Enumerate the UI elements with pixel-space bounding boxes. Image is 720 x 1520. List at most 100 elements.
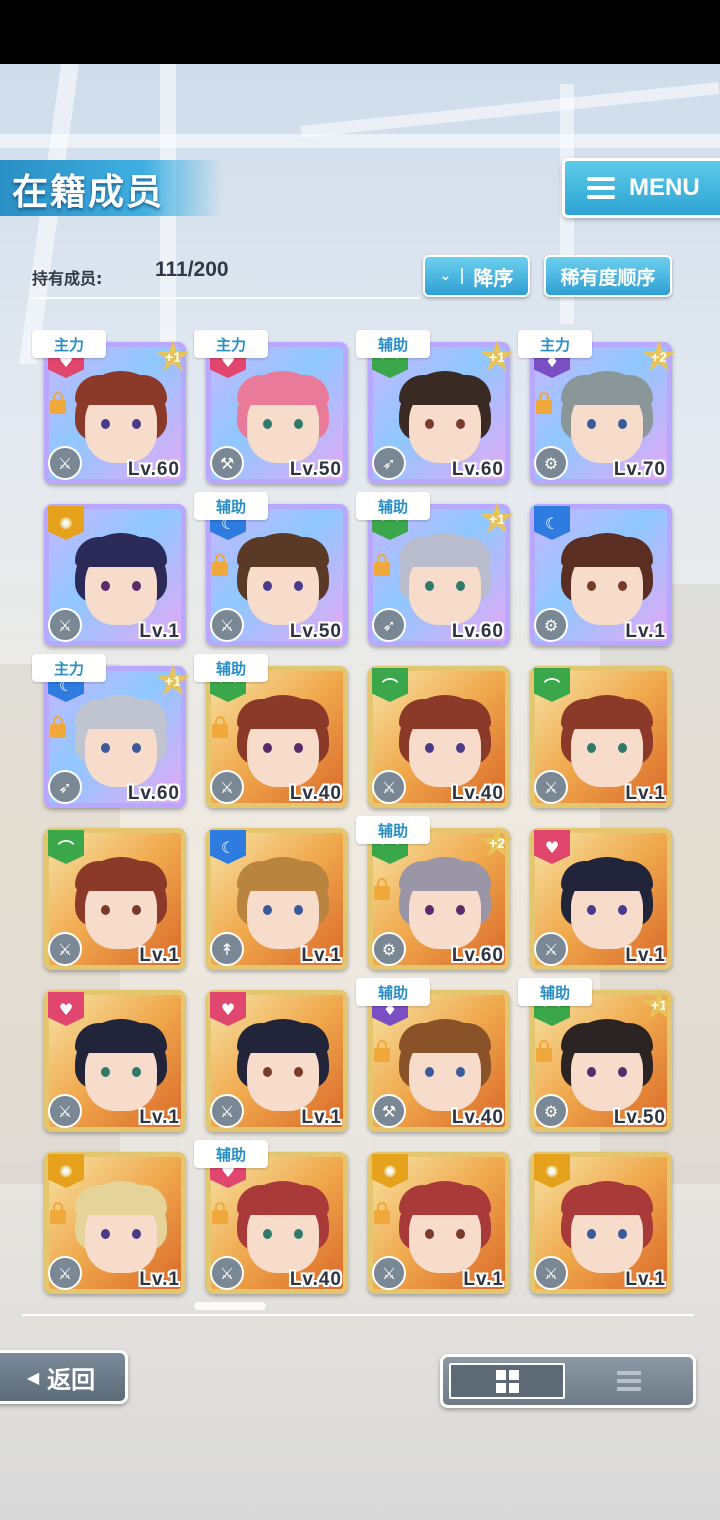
member-card[interactable]: ✺ ⚔ Lv.1 xyxy=(44,504,186,646)
member-card[interactable]: ☾ ⚙ Lv.1 xyxy=(530,504,672,646)
character-bangs xyxy=(561,699,653,729)
member-card[interactable]: ⌒ ⚔ Lv.1 xyxy=(44,828,186,970)
list-view-button[interactable] xyxy=(571,1363,687,1399)
character-eyes xyxy=(425,905,465,915)
character-bangs xyxy=(237,861,329,891)
lock-icon xyxy=(212,1202,228,1224)
character-eyes xyxy=(263,743,303,753)
character-bangs xyxy=(561,537,653,567)
level-label: Lv.1 xyxy=(301,1107,342,1128)
divider xyxy=(22,1314,694,1316)
member-card[interactable]: ⌒ 辅助 +2 ⚙ Lv.60 xyxy=(356,816,514,970)
sword-weapon-icon: ⚔ xyxy=(210,608,244,642)
character-eyes xyxy=(425,1229,465,1239)
character-eyes xyxy=(101,743,141,753)
member-card[interactable]: ⌒ ⚔ Lv.1 xyxy=(530,666,672,808)
sword-weapon-icon: ⚔ xyxy=(210,770,244,804)
character-bangs xyxy=(237,1185,329,1215)
character-eyes xyxy=(425,581,465,591)
member-card[interactable]: ☾ ↟ Lv.1 xyxy=(206,828,348,970)
character-eyes xyxy=(425,419,465,429)
character-eyes xyxy=(587,581,627,591)
member-card[interactable]: ⌒ ⚔ Lv.40 xyxy=(368,666,510,808)
member-card[interactable]: ✺ ⚔ Lv.1 xyxy=(44,1152,186,1294)
member-card[interactable]: ☾ 主力 +1 ➶ Lv.60 xyxy=(32,654,190,808)
spear-weapon-icon: ↟ xyxy=(210,932,244,966)
character-bangs xyxy=(561,1023,653,1053)
role-tag: 辅助 xyxy=(194,654,268,682)
character-bangs xyxy=(399,699,491,729)
level-label: Lv.1 xyxy=(139,1107,180,1128)
character-eyes xyxy=(587,419,627,429)
member-card[interactable]: ♥ ⚔ Lv.1 xyxy=(44,990,186,1132)
sword-weapon-icon: ⚔ xyxy=(372,1256,406,1290)
sword-weapon-icon: ⚔ xyxy=(48,932,82,966)
character-bangs xyxy=(561,1185,653,1215)
lock-icon xyxy=(374,878,390,900)
character-bangs xyxy=(75,375,167,405)
member-card[interactable]: ♦ 主力 +2 ⚙ Lv.70 xyxy=(518,330,676,484)
character-bangs xyxy=(399,1185,491,1215)
role-tag: 辅助 xyxy=(356,492,430,520)
grid-view-button[interactable] xyxy=(449,1363,566,1399)
bow-weapon-icon: ➶ xyxy=(372,608,406,642)
gear-weapon-icon: ⚙ xyxy=(534,1094,568,1128)
member-card[interactable]: ♥ ⚔ Lv.1 xyxy=(530,828,672,970)
character-eyes xyxy=(425,1067,465,1077)
back-button[interactable]: ◀ 返回 xyxy=(0,1350,128,1404)
role-tag: 主力 xyxy=(32,654,106,682)
character-eyes xyxy=(587,1229,627,1239)
character-eyes xyxy=(263,1067,303,1077)
member-card[interactable]: ☾ 辅助 ⚔ Lv.50 xyxy=(194,492,348,646)
character-eyes xyxy=(263,1229,303,1239)
character-bangs xyxy=(75,537,167,567)
list-icon xyxy=(617,1371,642,1391)
scroll-indicator[interactable] xyxy=(194,1302,266,1310)
character-bangs xyxy=(399,537,491,567)
level-label: Lv.1 xyxy=(463,1269,504,1290)
level-label: Lv.40 xyxy=(289,783,342,804)
member-card[interactable]: ✺ ⚔ Lv.1 xyxy=(530,1152,672,1294)
gear-weapon-icon: ⚙ xyxy=(534,446,568,480)
role-tag: 辅助 xyxy=(356,978,430,1006)
lock-icon xyxy=(212,554,228,576)
member-card[interactable]: ⌒ 辅助 +1 ➶ Lv.60 xyxy=(356,492,514,646)
axe-weapon-icon: ⚒ xyxy=(210,446,244,480)
level-label: Lv.40 xyxy=(451,783,504,804)
character-eyes xyxy=(263,581,303,591)
character-bangs xyxy=(75,699,167,729)
character-eyes xyxy=(587,905,627,915)
member-card[interactable]: ⌒ 辅助 +1 ➶ Lv.60 xyxy=(356,330,514,484)
sword-weapon-icon: ⚔ xyxy=(48,446,82,480)
role-tag: 辅助 xyxy=(356,816,430,844)
character-bangs xyxy=(237,537,329,567)
character-bangs xyxy=(237,1023,329,1053)
back-label: 返回 xyxy=(47,1365,96,1394)
level-label: Lv.1 xyxy=(625,621,666,642)
sword-weapon-icon: ⚔ xyxy=(534,932,568,966)
level-label: Lv.60 xyxy=(451,945,504,966)
character-eyes xyxy=(101,905,141,915)
axe-weapon-icon: ⚒ xyxy=(372,1094,406,1128)
lock-icon xyxy=(50,1202,66,1224)
member-card[interactable]: ♥ ⚔ Lv.1 xyxy=(206,990,348,1132)
member-card[interactable]: ⌒ 辅助 ⚔ Lv.40 xyxy=(194,654,348,808)
member-card[interactable]: ♦ 辅助 ⚒ Lv.40 xyxy=(356,978,510,1132)
level-label: Lv.1 xyxy=(625,783,666,804)
member-card[interactable]: ♥ 主力 +1 ⚔ Lv.60 xyxy=(32,330,190,484)
member-grid: ♥ 主力 +1 ⚔ Lv.60 ♥ 主力 ⚒ Lv.50 ⌒ 辅助 +1 ➶ Lv.60 ♦ 主力 +2 ⚙ Lv.… xyxy=(0,0,720,1300)
sword-weapon-icon: ⚔ xyxy=(210,1256,244,1290)
character-bangs xyxy=(75,1023,167,1053)
bow-weapon-icon: ➶ xyxy=(48,770,82,804)
character-eyes xyxy=(101,419,141,429)
member-card[interactable]: ♥ 主力 ⚒ Lv.50 xyxy=(194,330,348,484)
level-label: Lv.1 xyxy=(625,945,666,966)
member-card[interactable]: ✺ ⚔ Lv.1 xyxy=(368,1152,510,1294)
lock-icon xyxy=(536,1040,552,1062)
lock-icon xyxy=(212,716,228,738)
level-label: Lv.1 xyxy=(139,1269,180,1290)
member-card[interactable]: ♥ 辅助 ⚔ Lv.40 xyxy=(194,1140,348,1294)
lock-icon xyxy=(374,554,390,576)
lock-icon xyxy=(536,392,552,414)
member-card[interactable]: ⌒ 辅助 +1 ⚙ Lv.50 xyxy=(518,978,676,1132)
